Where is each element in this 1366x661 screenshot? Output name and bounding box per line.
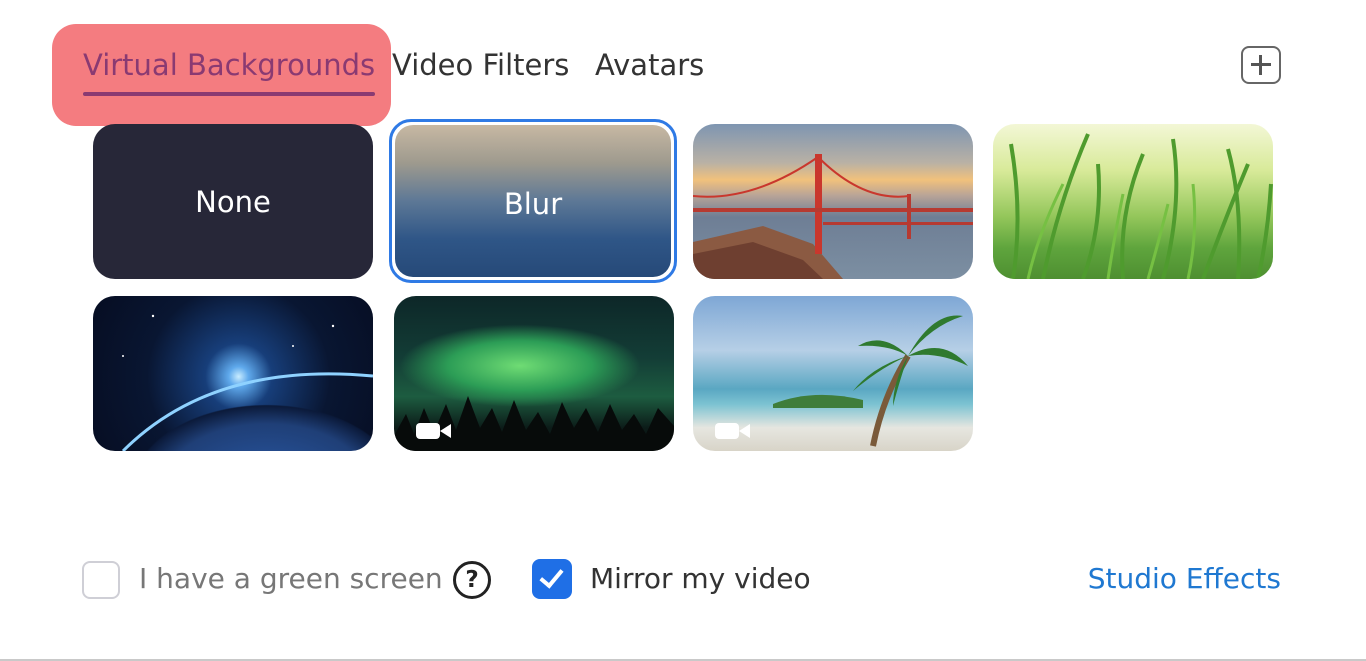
video-camera-icon [715, 421, 753, 441]
background-aurora[interactable] [394, 296, 674, 451]
background-none[interactable]: None [93, 124, 373, 279]
background-beach[interactable] [693, 296, 973, 451]
help-icon[interactable]: ? [453, 561, 491, 599]
studio-effects-link[interactable]: Studio Effects [1088, 562, 1281, 595]
tab-label: Virtual Backgrounds [83, 48, 376, 82]
green-screen-label: I have a green screen [139, 562, 443, 595]
bridge-image [693, 154, 973, 279]
background-earth[interactable] [93, 296, 373, 451]
mirror-video-checkbox[interactable] [532, 559, 572, 599]
background-grass[interactable] [993, 124, 1273, 279]
tab-video-filters[interactable]: Video Filters [392, 48, 569, 82]
checkmark-icon [539, 563, 564, 589]
tab-virtual-backgrounds[interactable]: Virtual Backgrounds [83, 48, 376, 96]
background-none-label: None [195, 184, 271, 219]
background-tabs: Virtual Backgrounds Video Filters Avatar… [52, 24, 752, 126]
grass-image [1009, 133, 1273, 279]
active-tab-underline [83, 92, 376, 96]
add-background-button[interactable] [1241, 46, 1281, 84]
earth-image [121, 314, 373, 451]
background-blur[interactable]: Blur [389, 119, 677, 283]
background-golden-gate-bridge[interactable] [693, 124, 973, 279]
tab-avatars[interactable]: Avatars [595, 48, 704, 82]
video-camera-icon [416, 421, 454, 441]
mirror-video-label: Mirror my video [590, 562, 811, 595]
background-blur-label: Blur [503, 187, 563, 222]
green-screen-checkbox[interactable] [82, 561, 120, 599]
